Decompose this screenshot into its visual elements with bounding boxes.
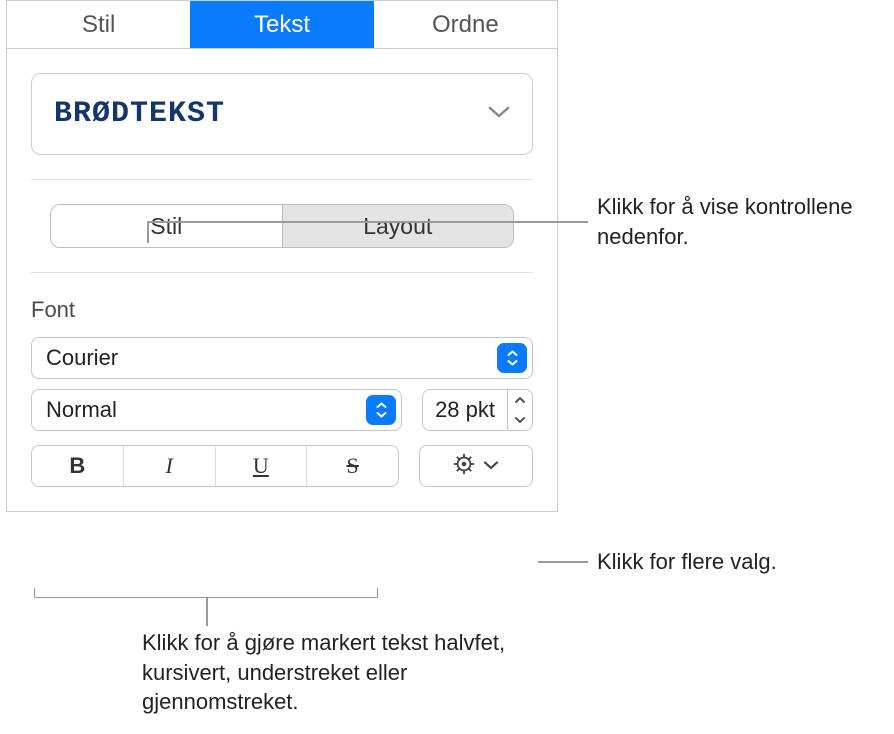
updown-icon (497, 343, 527, 373)
tab-stil[interactable]: Stil (7, 1, 190, 48)
bracket (34, 588, 378, 598)
paragraph-style-dropdown[interactable]: BRØDTEKST (31, 73, 533, 155)
leader-line (538, 561, 588, 563)
underline-button[interactable]: U (215, 446, 307, 486)
tab-tekst[interactable]: Tekst (190, 1, 373, 48)
font-size-value: 28 pkt (435, 397, 495, 423)
callout-text: Klikk for flere valg. (597, 547, 777, 577)
bold-button[interactable]: B (32, 446, 123, 486)
strikethrough-button[interactable]: S (306, 446, 398, 486)
advanced-options-button[interactable] (419, 445, 533, 487)
stepper-up-button[interactable] (508, 390, 532, 410)
leader-line (206, 598, 208, 626)
italic-button[interactable]: I (123, 446, 215, 486)
text-sub-tabs: Stil Layout (50, 204, 514, 248)
sub-tab-layout[interactable]: Layout (282, 205, 514, 247)
panel-body: BRØDTEKST Stil Layout Font Courier Nor (7, 49, 557, 511)
callout-text: Klikk for å vise kontrollene nedenfor. (597, 192, 887, 251)
text-style-button-group: B I U S (31, 445, 399, 487)
font-section-label: Font (31, 297, 533, 323)
font-weight-value: Normal (46, 397, 117, 423)
separator (31, 179, 533, 180)
chevron-down-icon (483, 457, 499, 475)
font-size-control: 28 pkt (422, 389, 533, 431)
font-size-stepper (507, 389, 533, 431)
stepper-down-button[interactable] (508, 410, 532, 430)
updown-icon (366, 395, 396, 425)
gear-icon (453, 453, 475, 480)
inspector-main-tabs: Stil Tekst Ordne (7, 1, 557, 49)
font-family-select[interactable]: Courier (31, 337, 533, 379)
leader-line (147, 221, 149, 243)
sub-tab-stil[interactable]: Stil (51, 205, 282, 247)
separator (31, 272, 533, 273)
tab-ordne[interactable]: Ordne (374, 1, 557, 48)
paragraph-style-label: BRØDTEKST (54, 97, 225, 131)
font-size-field[interactable]: 28 pkt (422, 389, 507, 431)
format-inspector-panel: Stil Tekst Ordne BRØDTEKST Stil Layout F… (6, 0, 558, 512)
chevron-down-icon (488, 105, 510, 123)
callout-text: Klikk for å gjøre markert tekst halvfet,… (142, 628, 542, 717)
leader-line (147, 221, 588, 223)
font-family-value: Courier (46, 345, 118, 371)
font-weight-select[interactable]: Normal (31, 389, 402, 431)
